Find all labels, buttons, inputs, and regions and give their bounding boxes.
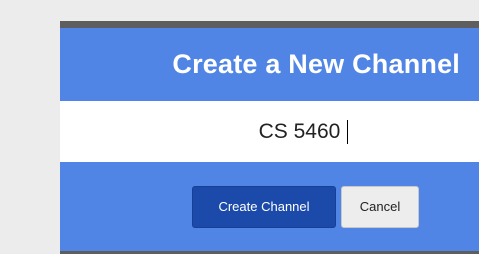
- modal-title: Create a New Channel: [172, 49, 460, 79]
- text-caret: [347, 120, 348, 144]
- create-channel-button[interactable]: Create Channel: [192, 185, 336, 228]
- channel-name-row: [60, 101, 479, 162]
- modal-header: Create a New Channel: [60, 28, 479, 101]
- create-channel-modal: Create a New Channel Create Channel Canc…: [60, 21, 479, 254]
- channel-name-input[interactable]: [60, 101, 479, 162]
- cancel-button[interactable]: Cancel: [341, 185, 419, 228]
- modal-footer: Create Channel Cancel: [60, 162, 479, 251]
- page: Create a New Channel Create Channel Canc…: [0, 0, 479, 254]
